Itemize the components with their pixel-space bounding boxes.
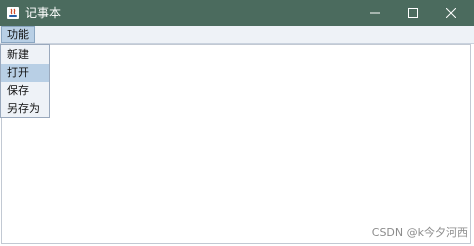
- menu-item-open[interactable]: 打开: [1, 64, 49, 82]
- maximize-icon: [408, 8, 418, 18]
- menu-function[interactable]: 功能: [1, 26, 35, 43]
- menu-item-new[interactable]: 新建: [1, 46, 49, 64]
- menu-bar: 功能: [0, 26, 474, 44]
- text-editor-area[interactable]: [1, 44, 471, 244]
- watermark: CSDN @k今夕河西: [371, 226, 468, 239]
- java-app-icon: [6, 5, 20, 19]
- close-icon: [446, 8, 456, 18]
- minimize-icon: [370, 12, 380, 14]
- menu-item-save[interactable]: 保存: [1, 82, 49, 100]
- window-title: 记事本: [25, 6, 62, 20]
- title-bar[interactable]: 记事本: [0, 0, 474, 26]
- close-button[interactable]: [428, 0, 474, 26]
- notepad-window: 记事本 功能 新建 打开 保存 另存为 CSDN @k今夕河西: [0, 0, 474, 246]
- function-dropdown-menu: 新建 打开 保存 另存为: [0, 44, 50, 118]
- menu-item-save-as[interactable]: 另存为: [1, 100, 49, 118]
